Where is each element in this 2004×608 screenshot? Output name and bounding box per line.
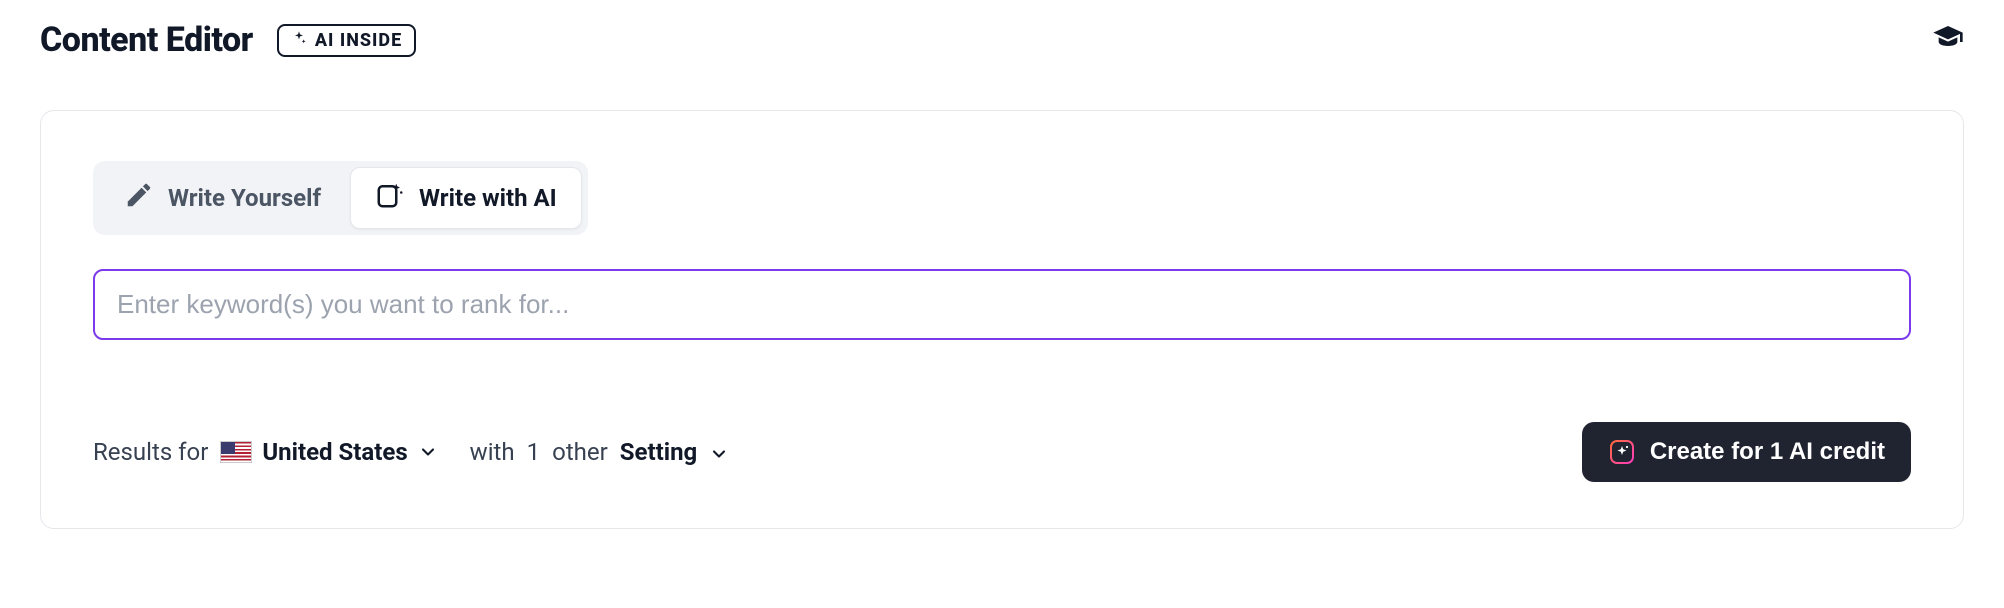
create-button-label: Create for 1 AI credit: [1650, 438, 1885, 466]
with-prefix: with: [470, 438, 515, 466]
results-prefix: Results for: [93, 438, 208, 466]
card-footer: Results for United States with 1 other S…: [93, 422, 1911, 482]
tab-label: Write Yourself: [168, 184, 321, 212]
ai-write-icon: [375, 180, 405, 216]
page-title: Content Editor: [40, 20, 253, 60]
chevron-down-icon: [709, 444, 729, 464]
tab-label: Write with AI: [419, 184, 557, 212]
us-flag-icon: [220, 441, 252, 463]
create-button[interactable]: Create for 1 AI credit: [1582, 422, 1911, 482]
header-left: Content Editor AI INSIDE: [40, 20, 416, 60]
country-selector[interactable]: United States: [220, 438, 437, 466]
setting-label: Setting: [620, 438, 698, 466]
page-header: Content Editor AI INSIDE: [40, 20, 1964, 60]
mode-segmented-control: Write Yourself Write with AI: [93, 161, 588, 235]
chevron-down-icon: [418, 442, 438, 462]
country-label: United States: [262, 438, 407, 466]
results-for: Results for United States with 1 other S…: [93, 438, 729, 466]
ai-inside-badge: AI INSIDE: [277, 24, 416, 57]
sparkle-icon: [291, 30, 307, 51]
other-suffix: other: [552, 438, 608, 466]
graduation-cap-icon[interactable]: [1932, 22, 1964, 58]
tab-write-with-ai[interactable]: Write with AI: [350, 167, 582, 229]
other-count: 1: [527, 438, 541, 466]
tab-write-yourself[interactable]: Write Yourself: [99, 167, 346, 229]
pen-icon: [124, 180, 154, 216]
badge-label: AI INSIDE: [315, 30, 402, 51]
content-card: Write Yourself Write with AI Results for: [40, 110, 1964, 529]
keyword-input[interactable]: [93, 269, 1911, 340]
sparkle-icon: [1608, 438, 1636, 466]
settings-selector[interactable]: Setting: [620, 438, 729, 466]
